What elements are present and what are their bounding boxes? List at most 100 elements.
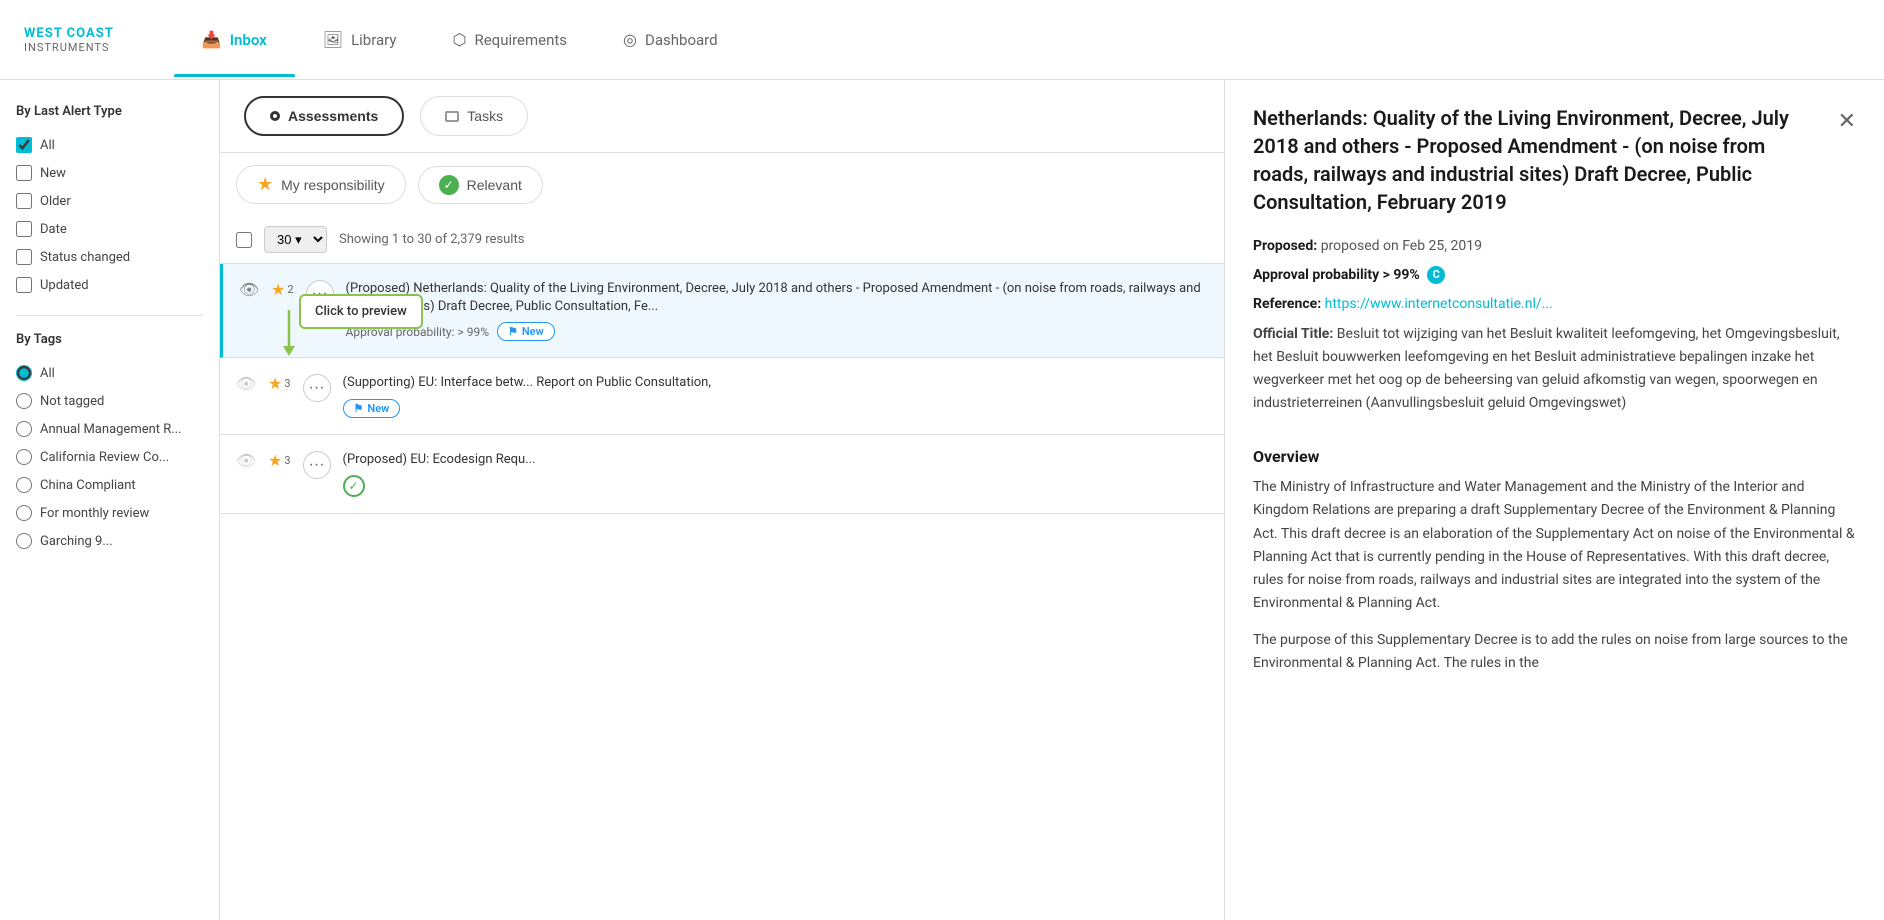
sidebar-label-updated: Updated [40,278,89,293]
sidebar-label-older: Older [40,194,71,209]
official-title-text: Besluit tot wijziging van het Besluit kw… [1253,326,1840,411]
select-all-checkbox[interactable] [236,232,252,248]
star-icon: ★ [257,174,273,195]
relevant-label: Relevant [467,177,522,193]
relevant-button[interactable]: ✓ Relevant [418,166,543,204]
item-stars: ★ 3 [268,374,291,393]
nav-tab-dashboard-label: Dashboard [645,31,718,49]
sidebar-item-older[interactable]: Older [16,187,203,215]
star-count: 3 [284,454,290,467]
checkbox-status-changed[interactable] [16,249,32,265]
checkbox-date[interactable] [16,221,32,237]
sidebar-item-tag-annual[interactable]: Annual Management R... [16,415,203,443]
sidebar-item-tag-all[interactable]: All [16,359,203,387]
tab-assessments[interactable]: Assessments [244,96,404,136]
sidebar-item-new[interactable]: New [16,159,203,187]
item-more-button[interactable]: ··· [303,451,331,479]
results-count: Showing 1 to 30 of 2,379 results [339,232,524,247]
star-filled-icon: ★ [271,280,285,299]
right-panel: Netherlands: Quality of the Living Envir… [1224,80,1884,920]
official-title-label: Official Title: [1253,326,1333,342]
badge-flag-icon: ⚑ [354,402,364,415]
sidebar-label-monthly: For monthly review [40,506,149,521]
sidebar-label-garching: Garching 9... [40,534,113,549]
tab-tasks[interactable]: Tasks [420,96,528,136]
sidebar-label-tag-all: All [40,366,55,381]
nav-tab-library[interactable]: 🖼 Library [295,2,425,77]
dashboard-icon: ◎ [623,30,637,49]
reference-link[interactable]: https://www.internetconsultatie.nl/... [1325,296,1553,312]
sidebar-section-alert-type: By Last Alert Type All New Older Date [16,104,203,299]
proposed-label: Proposed: [1253,238,1317,254]
nav-tab-inbox[interactable]: 📥 Inbox [174,2,295,77]
sidebar-item-date[interactable]: Date [16,215,203,243]
item-eye-icon-wrapper: 👁 [236,451,256,470]
badge-flag-icon: ⚑ [508,325,518,338]
nav-tab-library-label: Library [351,31,396,49]
sidebar-section1-title: By Last Alert Type [16,104,203,119]
radio-california[interactable] [16,449,32,465]
radio-garching[interactable] [16,533,32,549]
item-eye-icon-wrapper: 👁 [236,374,256,393]
reference-meta-row: Reference: https://www.internetconsultat… [1253,294,1856,315]
my-responsibility-button[interactable]: ★ My responsibility [236,165,406,204]
list-item[interactable]: 👁 ★ 3 ··· (Supporting) EU: Interface bet… [220,358,1224,434]
close-button[interactable]: ✕ [1838,108,1856,134]
right-panel-header: Netherlands: Quality of the Living Envir… [1253,104,1856,216]
item-title: (Proposed) EU: Ecodesign Requ... [343,451,1208,469]
info-icon[interactable]: C [1427,266,1445,284]
library-icon: 🖼 [323,30,343,49]
sidebar-item-updated[interactable]: Updated [16,271,203,299]
overview-text-1: The Ministry of Infrastructure and Water… [1253,476,1856,615]
eye-icon[interactable]: 👁 [236,451,256,470]
list-item[interactable]: Click to preview 👁 ★ 2 [220,264,1224,358]
sidebar-label-annual: Annual Management R... [40,422,182,437]
item-eye-icon-wrapper: 👁 [239,280,259,299]
main-nav: 📥 Inbox 🖼 Library ⬡ Requirements ◎ Dashb… [174,2,746,77]
sidebar-label-status-changed: Status changed [40,250,130,265]
nav-tab-dashboard[interactable]: ◎ Dashboard [595,2,746,77]
item-content: (Supporting) EU: Interface betw... Repor… [343,374,1208,417]
item-stars: ★ 3 [268,451,291,470]
star-filled-icon: ★ [268,451,282,470]
sidebar-item-tag-china[interactable]: China Compliant [16,471,203,499]
tab-assessments-label: Assessments [288,108,378,124]
sidebar-item-status-changed[interactable]: Status changed [16,243,203,271]
logo-line1: WEST COAST [24,26,114,41]
eye-icon[interactable]: 👁 [239,280,259,299]
overview-text-2: The purpose of this Supplementary Decree… [1253,629,1856,675]
center-panel: Assessments Tasks ★ My responsibility ✓ … [220,80,1224,920]
radio-monthly[interactable] [16,505,32,521]
relevant-check-icon: ✓ [343,475,365,497]
radio-annual[interactable] [16,421,32,437]
right-panel-title: Netherlands: Quality of the Living Envir… [1253,104,1838,216]
item-content: (Proposed) EU: Ecodesign Requ... ✓ [343,451,1208,497]
checkbox-updated[interactable] [16,277,32,293]
radio-not-tagged[interactable] [16,393,32,409]
radio-china[interactable] [16,477,32,493]
item-more-button[interactable]: ··· [303,374,331,402]
star-count: 3 [284,377,290,390]
logo-line2: INSTRUMENTS [24,41,114,54]
radio-tag-all[interactable] [16,365,32,381]
sidebar-divider [16,315,203,316]
nav-tab-requirements[interactable]: ⬡ Requirements [425,2,596,77]
filter-bar: ★ My responsibility ✓ Relevant [220,153,1224,216]
list-item[interactable]: 👁 ★ 3 ··· (Proposed) EU: Ecodesign Requ.… [220,435,1224,514]
item-content: (Proposed) Netherlands: Quality of the L… [346,280,1208,341]
per-page-select[interactable]: 30 ▾ [264,226,327,253]
sidebar-item-all[interactable]: All [16,131,203,159]
sidebar-item-tag-california[interactable]: California Review Co... [16,443,203,471]
checkbox-older[interactable] [16,193,32,209]
eye-icon[interactable]: 👁 [236,374,256,393]
sidebar-item-tag-garching[interactable]: Garching 9... [16,527,203,555]
proposed-meta-row: Proposed: proposed on Feb 25, 2019 [1253,236,1856,257]
sidebar-label-china: China Compliant [40,478,136,493]
checkbox-all[interactable] [16,137,32,153]
checkbox-new[interactable] [16,165,32,181]
item-meta: ✓ [343,475,1208,497]
sidebar-item-tag-not-tagged[interactable]: Not tagged [16,387,203,415]
sidebar-item-tag-monthly[interactable]: For monthly review [16,499,203,527]
item-meta: Approval probability: > 99% ⚑ New [346,322,1208,341]
official-title-paragraph: Official Title: Besluit tot wijziging va… [1253,323,1856,415]
